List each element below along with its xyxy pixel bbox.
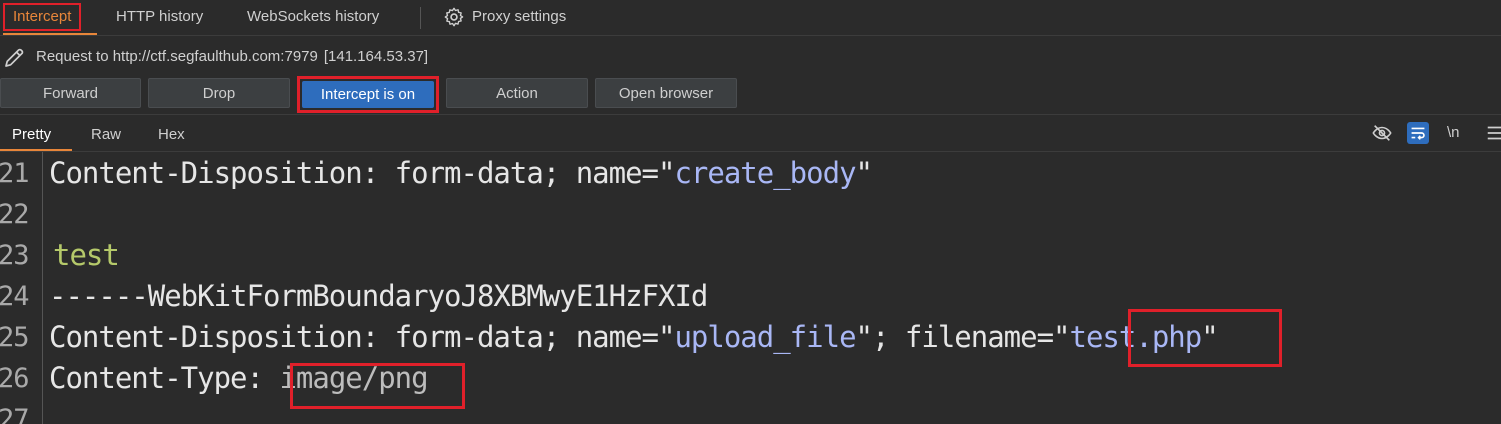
- gear-icon[interactable]: [443, 6, 465, 28]
- intercept-toggle-highlight: Intercept is on: [297, 76, 439, 113]
- tab-http-history[interactable]: HTTP history: [116, 0, 203, 34]
- content-type-highlight-box: [290, 363, 465, 409]
- intercept-toggle-button[interactable]: Intercept is on: [302, 81, 434, 108]
- request-editor[interactable]: 21 Content-Disposition: form-data; name=…: [0, 152, 1501, 424]
- action-button[interactable]: Action: [446, 78, 588, 108]
- tab-websockets-history[interactable]: WebSockets history: [247, 0, 379, 34]
- tab-pretty[interactable]: Pretty: [12, 126, 51, 143]
- tab-separator: [420, 7, 421, 29]
- code-text: ": [855, 156, 873, 190]
- tab-intercept[interactable]: Intercept: [3, 3, 82, 31]
- request-ip: [141.164.53.37]: [323, 48, 429, 65]
- hide-eye-icon[interactable]: [1371, 122, 1393, 144]
- line-number: 24: [0, 281, 30, 312]
- tab-raw[interactable]: Raw: [91, 126, 121, 143]
- line-number: 26: [0, 363, 30, 394]
- line-number: 27: [0, 404, 30, 424]
- code-string: create_body: [674, 156, 856, 190]
- forward-button[interactable]: Forward: [0, 78, 141, 108]
- gutter-divider: [42, 152, 43, 424]
- toolbar-divider: [0, 114, 1501, 115]
- request-url: Request to http://ctf.segfaulthub.com:79…: [36, 48, 318, 65]
- line-number: 22: [0, 199, 30, 230]
- code-text: Content-Disposition: form-data; name=": [49, 156, 675, 190]
- code-text: Content-Type:: [49, 361, 280, 395]
- proxy-tab-bar: Intercept HTTP history WebSockets histor…: [0, 0, 1501, 36]
- open-browser-button[interactable]: Open browser: [595, 78, 737, 108]
- wrap-lines-icon[interactable]: [1407, 122, 1429, 144]
- request-target-line: Request to http://ctf.segfaulthub.com:79…: [0, 44, 1501, 72]
- code-body-text: test: [53, 238, 120, 272]
- code-string: upload_file: [674, 320, 856, 354]
- line-number: 23: [0, 240, 30, 271]
- drop-button[interactable]: Drop: [148, 78, 290, 108]
- line-number: 25: [0, 322, 30, 353]
- menu-icon[interactable]: [1485, 122, 1501, 144]
- tab-intercept-underline: [3, 33, 97, 35]
- tab-proxy-settings[interactable]: Proxy settings: [472, 0, 566, 34]
- code-text: ------WebKitFormBoundaryoJ8XBMwyE1HzFXId: [49, 279, 708, 313]
- filename-highlight-box: [1128, 309, 1282, 367]
- code-text: Content-Disposition: form-data; name=": [49, 320, 675, 354]
- show-newlines-toggle[interactable]: \n: [1447, 124, 1460, 141]
- pencil-icon[interactable]: [2, 46, 26, 70]
- code-text: "; filename=": [855, 320, 1071, 354]
- tab-hex[interactable]: Hex: [158, 126, 185, 143]
- line-number: 21: [0, 158, 30, 189]
